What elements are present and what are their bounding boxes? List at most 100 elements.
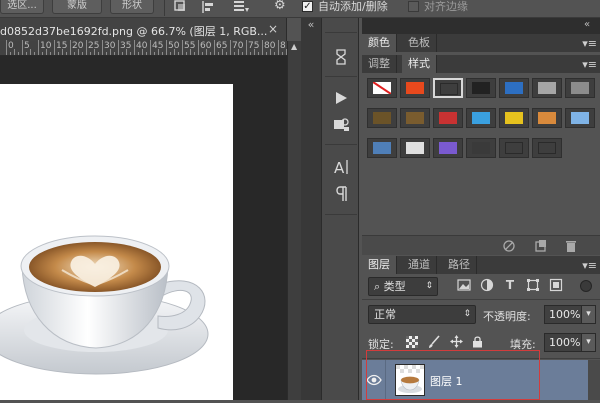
style-swatch-dark-sphere[interactable] [466, 78, 496, 98]
style-swatch-gray-outline[interactable] [433, 78, 463, 98]
style-swatch-yellow[interactable] [499, 108, 529, 128]
gear-icon[interactable]: ⚙ [274, 0, 290, 14]
ruler-minor-tick [14, 49, 15, 55]
history-icon[interactable] [331, 47, 351, 67]
style-swatch-checker[interactable] [400, 138, 430, 158]
ruler-minor-tick [74, 52, 75, 55]
ruler-tick [182, 40, 183, 55]
selection-button[interactable]: 选区... [0, 0, 44, 14]
ruler-tick [230, 40, 231, 55]
style-swatch-light-gray[interactable] [532, 78, 562, 98]
lock-position-move-icon[interactable] [450, 335, 463, 348]
style-swatch-bronze[interactable] [367, 108, 397, 128]
path-arrangement-icon[interactable] [232, 0, 250, 14]
paragraph-panel-icon[interactable] [331, 184, 351, 204]
ruler-minor-tick [94, 49, 95, 55]
fill-dropdown-icon[interactable]: ▾ [581, 333, 596, 352]
tab-swatches[interactable]: 色板 [402, 34, 437, 52]
style-swatch-landscape[interactable] [367, 138, 397, 158]
ruler-minor-tick [170, 52, 171, 55]
character-panel-icon[interactable]: A [331, 157, 351, 177]
style-swatch-sky-blue[interactable] [565, 108, 595, 128]
ruler-tick [198, 40, 199, 55]
opacity-dropdown-icon[interactable]: ▾ [581, 305, 596, 324]
swatch-fill [472, 82, 490, 94]
fill-input[interactable]: 100% [544, 333, 582, 352]
tab-styles[interactable]: 样式 [402, 55, 437, 73]
style-swatch-outline-2[interactable] [532, 138, 562, 158]
blend-mode-select[interactable]: 正常 ⇕ [368, 305, 476, 324]
panel-menu-icon[interactable]: ▾≡ [582, 58, 597, 71]
color-panel-collapsed [362, 52, 600, 54]
type-filter-icon[interactable]: T [503, 278, 517, 292]
smart-object-filter-icon[interactable] [549, 278, 563, 292]
pixel-filter-icon[interactable] [457, 278, 471, 292]
style-swatch-blue-glass[interactable] [499, 78, 529, 98]
vertical-scrollbar[interactable]: ▲ [287, 41, 301, 400]
divider [325, 76, 357, 77]
collapse-icon[interactable]: « [303, 18, 319, 32]
properties-icon[interactable] [331, 114, 351, 134]
trash-icon[interactable] [564, 239, 578, 253]
path-operations-icon[interactable] [173, 0, 187, 14]
canvas-area[interactable] [0, 56, 287, 400]
mask-button[interactable]: 蒙版 [52, 0, 102, 14]
panel-menu-icon[interactable]: ▾≡ [582, 37, 597, 50]
lock-pixels-brush-icon[interactable] [428, 335, 440, 349]
style-swatch-none-style[interactable] [367, 78, 397, 98]
tab-adjustments[interactable]: 调整 [362, 55, 397, 73]
style-swatch-purple-glow[interactable] [433, 138, 463, 158]
style-swatch-red-glow[interactable] [400, 78, 430, 98]
scroll-up-icon[interactable]: ▲ [291, 43, 298, 51]
ruler-tick [102, 40, 103, 55]
layers-scrollbar[interactable] [588, 360, 600, 400]
style-swatch-rainbow[interactable] [466, 108, 496, 128]
style-swatch-gray-bevel[interactable] [565, 78, 595, 98]
style-swatch-dark-gray[interactable] [466, 138, 496, 158]
filter-toggle[interactable] [580, 280, 592, 292]
ruler-tick [246, 40, 247, 55]
tab-color[interactable]: 颜色 [362, 34, 397, 52]
ruler-tick [278, 40, 279, 55]
tab-layers[interactable]: 图层 [362, 256, 397, 274]
new-style-icon[interactable] [534, 239, 548, 253]
opacity-input[interactable]: 100% [544, 305, 582, 324]
tab-channels[interactable]: 通道 [402, 256, 437, 274]
ruler-minor-tick [98, 52, 99, 55]
style-swatch-outline-1[interactable] [499, 138, 529, 158]
tab-paths[interactable]: 路径 [442, 256, 477, 274]
updown-icon: ⇕ [463, 309, 471, 319]
ruler-minor-tick [30, 49, 31, 55]
ruler-minor-tick [106, 52, 107, 55]
divider [164, 0, 165, 16]
style-swatch-brown[interactable] [400, 108, 430, 128]
ruler-minor-tick [266, 52, 267, 55]
close-icon[interactable]: × [268, 22, 278, 36]
shape-filter-icon[interactable] [526, 278, 540, 292]
collapse-icon[interactable]: « [584, 19, 590, 30]
auto-add-delete-checkbox[interactable]: ✓ [302, 1, 313, 12]
clear-style-icon[interactable] [502, 239, 516, 253]
document-tab[interactable]: d0852d37be1692fd.png @ 66.7% (图层 1, RGB.… [0, 18, 287, 41]
ruler-minor-tick [138, 52, 139, 55]
ruler-minor-tick [258, 52, 259, 55]
lock-all-icon[interactable] [472, 335, 483, 348]
divider [325, 144, 357, 145]
ruler-label: 5 [24, 41, 30, 51]
swatch-fill [472, 142, 490, 154]
panel-menu-icon[interactable]: ▾≡ [582, 259, 597, 272]
filter-kind-select[interactable]: ⌕ 类型 ⇕ [368, 277, 438, 296]
adjustment-filter-icon[interactable] [480, 278, 494, 292]
path-alignment-icon[interactable] [201, 0, 215, 14]
play-actions-icon[interactable] [331, 88, 351, 108]
lock-transparency-icon[interactable] [406, 336, 418, 348]
swatch-fill [571, 82, 589, 94]
shape-button[interactable]: 形状 [110, 0, 154, 14]
ruler-tick [70, 40, 71, 55]
document-canvas[interactable] [0, 84, 233, 400]
align-edges-checkbox[interactable] [408, 1, 419, 12]
style-swatch-red-stripes[interactable] [433, 108, 463, 128]
filter-kind-value: 类型 [383, 280, 406, 293]
style-swatch-orange-sunset[interactable] [532, 108, 562, 128]
ruler-minor-tick [90, 52, 91, 55]
